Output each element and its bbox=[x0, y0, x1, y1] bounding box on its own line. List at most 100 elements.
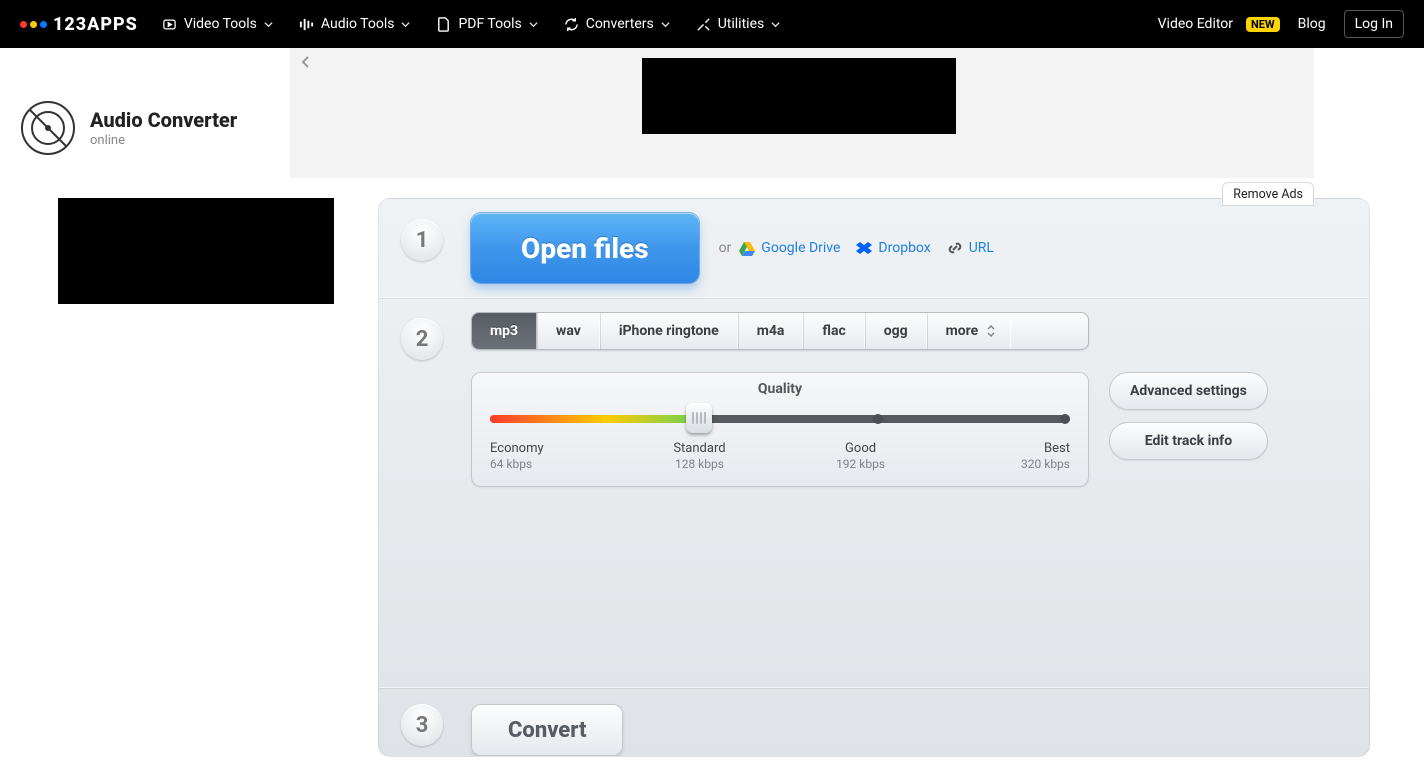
label: Best bbox=[1044, 441, 1070, 456]
rate: 128 kbps bbox=[619, 457, 780, 472]
rate: 64 kbps bbox=[490, 457, 619, 472]
step-3-section: 3 Convert bbox=[379, 687, 1369, 756]
login-label: Log In bbox=[1355, 16, 1393, 32]
back-arrow-icon[interactable] bbox=[298, 54, 314, 70]
format-tab-mp3[interactable]: mp3 bbox=[472, 313, 537, 349]
link-label: Google Drive bbox=[761, 240, 840, 256]
step-2-section: 2 mp3 wav iPhone ringtone m4a flac ogg m… bbox=[379, 297, 1369, 687]
open-files-label: Open files bbox=[521, 232, 649, 265]
refresh-icon bbox=[564, 17, 579, 32]
menu-utilities[interactable]: Utilities bbox=[696, 16, 781, 32]
google-drive-link[interactable]: Google Drive bbox=[739, 240, 840, 256]
menu-converters[interactable]: Converters bbox=[564, 16, 670, 32]
quality-label-standard: Standard 128 kbps bbox=[619, 441, 780, 472]
convert-button[interactable]: Convert bbox=[471, 704, 623, 756]
link-video-editor[interactable]: Video Editor NEW bbox=[1158, 16, 1280, 32]
login-button[interactable]: Log In bbox=[1344, 10, 1404, 38]
new-badge: NEW bbox=[1246, 17, 1280, 32]
rate: 192 kbps bbox=[780, 457, 941, 472]
body-row: 1 Open files or Google Drive Dropbox bbox=[0, 198, 1424, 757]
top-right: Video Editor NEW Blog Log In bbox=[1158, 10, 1404, 38]
tab-label: mp3 bbox=[490, 323, 518, 339]
label: Economy bbox=[490, 441, 544, 456]
menu-pdf-tools[interactable]: PDF Tools bbox=[436, 16, 537, 32]
audio-converter-icon bbox=[20, 100, 76, 156]
chevron-down-icon bbox=[264, 20, 273, 29]
step-number-badge: 1 bbox=[401, 219, 443, 261]
tab-label: wav bbox=[556, 323, 581, 339]
format-tab-m4a[interactable]: m4a bbox=[738, 313, 804, 349]
quality-panel: Quality Economy 6 bbox=[471, 372, 1089, 487]
step-number-badge: 3 bbox=[401, 704, 443, 746]
dropbox-icon bbox=[856, 240, 872, 256]
header-row: Audio Converter online bbox=[0, 48, 1424, 178]
chevron-down-icon bbox=[529, 20, 538, 29]
label: Good bbox=[845, 441, 876, 456]
equalizer-icon bbox=[299, 17, 314, 32]
format-tab-flac[interactable]: flac bbox=[803, 313, 864, 349]
rate: 320 kbps bbox=[941, 457, 1070, 472]
quality-label-best: Best 320 kbps bbox=[941, 441, 1070, 472]
link-label: Video Editor bbox=[1158, 16, 1233, 32]
ad-placeholder bbox=[642, 58, 956, 134]
format-tab-iphone-ringtone[interactable]: iPhone ringtone bbox=[600, 313, 738, 349]
format-tab-ogg[interactable]: ogg bbox=[865, 313, 927, 349]
quality-label-good: Good 192 kbps bbox=[780, 441, 941, 472]
menu-label: Converters bbox=[586, 16, 654, 32]
quality-slider[interactable] bbox=[490, 407, 1070, 429]
button-label: Edit track info bbox=[1145, 433, 1232, 449]
button-label: Advanced settings bbox=[1130, 383, 1247, 399]
edit-track-info-button[interactable]: Edit track info bbox=[1109, 422, 1268, 460]
chevron-down-icon bbox=[661, 20, 670, 29]
menu-video-tools[interactable]: Video Tools bbox=[162, 16, 273, 32]
top-menus: Video Tools Audio Tools PDF Tools Conver… bbox=[162, 16, 780, 32]
link-icon bbox=[947, 240, 963, 256]
label: Standard bbox=[673, 441, 725, 456]
quality-title: Quality bbox=[490, 381, 1070, 397]
step-1-section: 1 Open files or Google Drive Dropbox bbox=[379, 199, 1369, 297]
dropbox-link[interactable]: Dropbox bbox=[856, 240, 930, 256]
menu-label: Audio Tools bbox=[321, 16, 395, 32]
menu-label: Utilities bbox=[718, 16, 765, 32]
link-label: URL bbox=[969, 240, 994, 256]
brand-text: 123APPS bbox=[53, 14, 138, 35]
menu-label: Video Tools bbox=[184, 16, 257, 32]
url-link[interactable]: URL bbox=[947, 240, 994, 256]
brand-logo[interactable]: 123APPS bbox=[20, 14, 138, 35]
page-title: Audio Converter bbox=[90, 108, 237, 132]
quality-labels: Economy 64 kbps Standard 128 kbps Good 1… bbox=[490, 441, 1070, 472]
left-ad-column bbox=[58, 198, 358, 304]
link-blog[interactable]: Blog bbox=[1298, 16, 1326, 32]
top-ad-panel bbox=[290, 48, 1314, 178]
main-card: 1 Open files or Google Drive Dropbox bbox=[378, 198, 1370, 757]
quality-label-economy: Economy 64 kbps bbox=[490, 441, 619, 472]
google-drive-icon bbox=[739, 240, 755, 256]
tools-icon bbox=[696, 17, 711, 32]
advanced-settings-button[interactable]: Advanced settings bbox=[1109, 372, 1268, 410]
tab-label: ogg bbox=[884, 323, 908, 339]
tab-label: more bbox=[946, 323, 979, 339]
format-tab-wav[interactable]: wav bbox=[537, 313, 600, 349]
brand-dots-icon bbox=[20, 21, 47, 28]
page-subtitle: online bbox=[90, 133, 237, 148]
chevron-down-icon bbox=[401, 20, 410, 29]
or-label: or bbox=[719, 240, 732, 256]
app-title-block: Audio Converter online bbox=[0, 48, 290, 156]
play-icon bbox=[162, 17, 177, 32]
side-buttons: Advanced settings Edit track info bbox=[1109, 372, 1268, 460]
link-label: Blog bbox=[1298, 16, 1326, 32]
tab-label: iPhone ringtone bbox=[619, 323, 719, 339]
ad-placeholder bbox=[58, 198, 334, 304]
format-tab-more[interactable]: more bbox=[927, 313, 1012, 349]
open-files-button[interactable]: Open files bbox=[471, 213, 699, 283]
top-bar: 123APPS Video Tools Audio Tools PDF Tool… bbox=[0, 0, 1424, 48]
chevron-down-icon bbox=[771, 20, 780, 29]
tab-label: m4a bbox=[757, 323, 785, 339]
button-label: Convert bbox=[508, 718, 586, 743]
menu-audio-tools[interactable]: Audio Tools bbox=[299, 16, 411, 32]
file-icon bbox=[436, 17, 451, 32]
link-label: Dropbox bbox=[878, 240, 930, 256]
updown-icon bbox=[986, 324, 996, 338]
format-bar: mp3 wav iPhone ringtone m4a flac ogg mor… bbox=[471, 312, 1089, 350]
tab-label: flac bbox=[822, 323, 845, 339]
